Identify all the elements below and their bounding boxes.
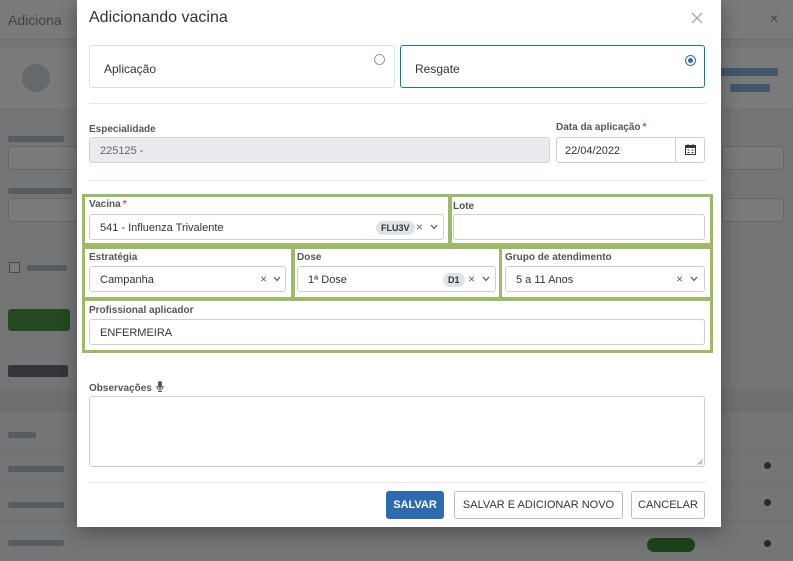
divider — [89, 180, 706, 181]
grupo-label: Grupo de atendimento — [505, 252, 612, 263]
microphone-icon[interactable] — [155, 381, 164, 392]
resize-handle[interactable] — [697, 459, 703, 465]
vacina-select[interactable]: 541 - Influenza Trivalente FLU3V × — [89, 214, 444, 240]
data-aplicacao-value: 22/04/2022 — [565, 145, 621, 157]
grupo-select[interactable]: 5 a 11 Anos × — [505, 266, 705, 292]
option-resgate[interactable]: Resgate — [400, 45, 705, 88]
data-aplicacao-input[interactable]: 22/04/2022 — [556, 137, 705, 163]
especialidade-field: 225125 - — [89, 137, 550, 163]
vacina-code-badge: FLU3V — [376, 221, 415, 235]
chevron-down-icon[interactable] — [482, 276, 490, 282]
grupo-value: 5 a 11 Anos — [516, 274, 574, 286]
observacoes-label-text: Observações — [89, 383, 152, 394]
clear-icon[interactable]: × — [260, 272, 267, 286]
dose-value: 1ª Dose — [308, 274, 347, 286]
estrategia-select[interactable]: Campanha × — [89, 266, 286, 292]
cancel-button[interactable]: CANCELAR — [631, 491, 705, 519]
vacina-label-text: Vacina — [89, 199, 121, 210]
dialog-title: Adicionando vacina — [89, 9, 228, 26]
especialidade-value: 225125 - — [100, 145, 144, 157]
chevron-down-icon[interactable] — [690, 276, 698, 282]
lote-label: Lote — [453, 201, 475, 212]
data-aplicacao-label: Data da aplicação * — [556, 122, 646, 133]
vacina-value: 541 - Influenza Trivalente — [100, 222, 224, 234]
required-marker: * — [122, 199, 127, 210]
dose-select[interactable]: 1ª Dose D1 × — [297, 266, 496, 292]
save-and-add-button[interactable]: SALVAR E ADICIONAR NOVO — [454, 491, 623, 519]
dose-label: Dose — [297, 252, 322, 263]
close-icon[interactable] — [687, 8, 707, 28]
estrategia-label: Estratégia — [89, 252, 138, 263]
calendar-icon[interactable] — [675, 138, 704, 162]
observacoes-label: Observações — [89, 381, 164, 394]
dose-code-badge: D1 — [443, 273, 465, 287]
data-aplicacao-label-text: Data da aplicação — [556, 122, 641, 133]
profissional-value: ENFERMEIRA — [100, 327, 173, 339]
especialidade-label: Especialidade — [89, 124, 156, 135]
save-button[interactable]: SALVAR — [386, 491, 444, 519]
option-aplicacao-label: Aplicação — [104, 62, 157, 76]
clear-icon[interactable]: × — [468, 272, 475, 286]
observacoes-textarea[interactable] — [89, 396, 705, 467]
radio-aplicacao[interactable] — [374, 54, 385, 65]
required-marker: * — [642, 122, 647, 133]
clear-icon[interactable]: × — [676, 272, 683, 286]
add-vaccine-dialog: Adicionando vacina Aplicação Resgate Esp… — [77, 0, 721, 527]
lote-input[interactable] — [453, 214, 705, 240]
divider — [89, 482, 706, 483]
clear-icon[interactable]: × — [416, 220, 423, 234]
profissional-input[interactable]: ENFERMEIRA — [89, 319, 705, 345]
chevron-down-icon[interactable] — [430, 224, 438, 230]
chevron-down-icon[interactable] — [273, 276, 281, 282]
estrategia-value: Campanha — [100, 274, 154, 286]
option-resgate-label: Resgate — [415, 62, 460, 76]
vacina-label: Vacina * — [89, 199, 127, 210]
divider — [89, 103, 706, 104]
option-aplicacao[interactable]: Aplicação — [89, 45, 395, 88]
radio-resgate[interactable] — [685, 55, 696, 66]
profissional-label: Profissional aplicador — [89, 305, 194, 316]
